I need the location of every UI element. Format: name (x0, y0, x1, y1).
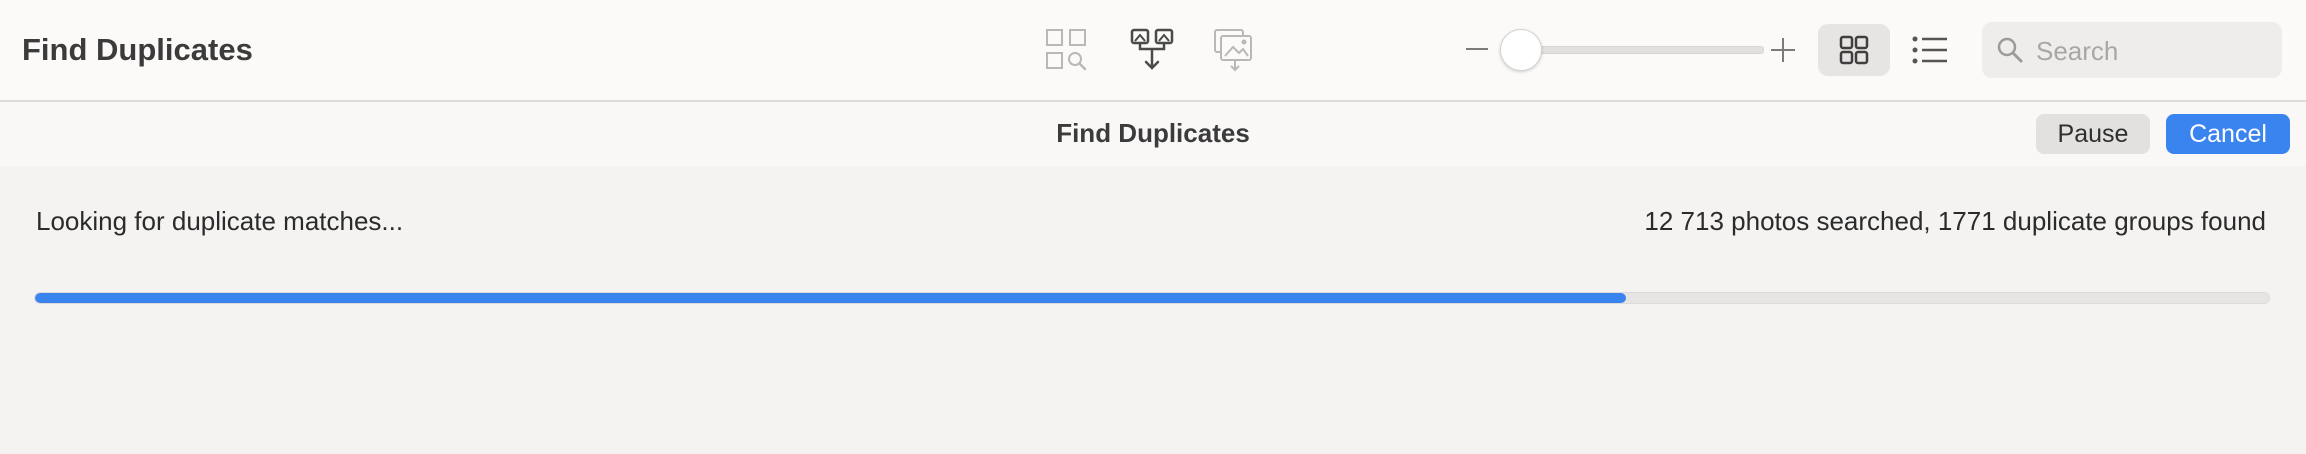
progress-status-text: Looking for duplicate matches... (36, 206, 404, 236)
search-field[interactable] (1982, 22, 2282, 78)
cancel-button[interactable]: Cancel (2166, 114, 2290, 154)
zoom-out-icon[interactable] (1466, 48, 1488, 50)
sheet-title: Find Duplicates (1056, 118, 1250, 148)
find-duplicates-icon[interactable] (1043, 26, 1093, 74)
pause-button[interactable]: Pause (2036, 114, 2150, 154)
sheet-header: Find Duplicates Pause Cancel (0, 102, 2306, 166)
merge-duplicates-icon-graphic (1130, 28, 1174, 70)
grid-view-button[interactable] (1818, 24, 1890, 76)
progress-summary-text: 12 713 photos searched, 1771 duplicate g… (1644, 206, 2266, 236)
export-photos-icon-graphic (1214, 29, 1252, 72)
search-icon (1996, 36, 2024, 64)
grid-view-icon (1839, 35, 1869, 65)
merge-duplicates-icon[interactable] (1127, 26, 1177, 74)
search-input[interactable] (2034, 30, 2274, 72)
progress-bar-fill (35, 293, 1626, 303)
list-view-button[interactable] (1908, 24, 1952, 76)
find-duplicates-icon-graphic (1046, 29, 1087, 71)
list-view-icon (1912, 36, 1947, 64)
toolbar: Find Duplicates (0, 0, 2306, 102)
zoom-slider-knob[interactable] (1500, 29, 1542, 71)
window-title: Find Duplicates (22, 32, 253, 67)
app-window: Find Duplicates Search Find Duplicates P… (0, 0, 2306, 454)
export-photos-icon[interactable] (1210, 26, 1260, 74)
zoom-in-icon[interactable] (1771, 38, 1795, 62)
progress-bar (34, 292, 2270, 304)
